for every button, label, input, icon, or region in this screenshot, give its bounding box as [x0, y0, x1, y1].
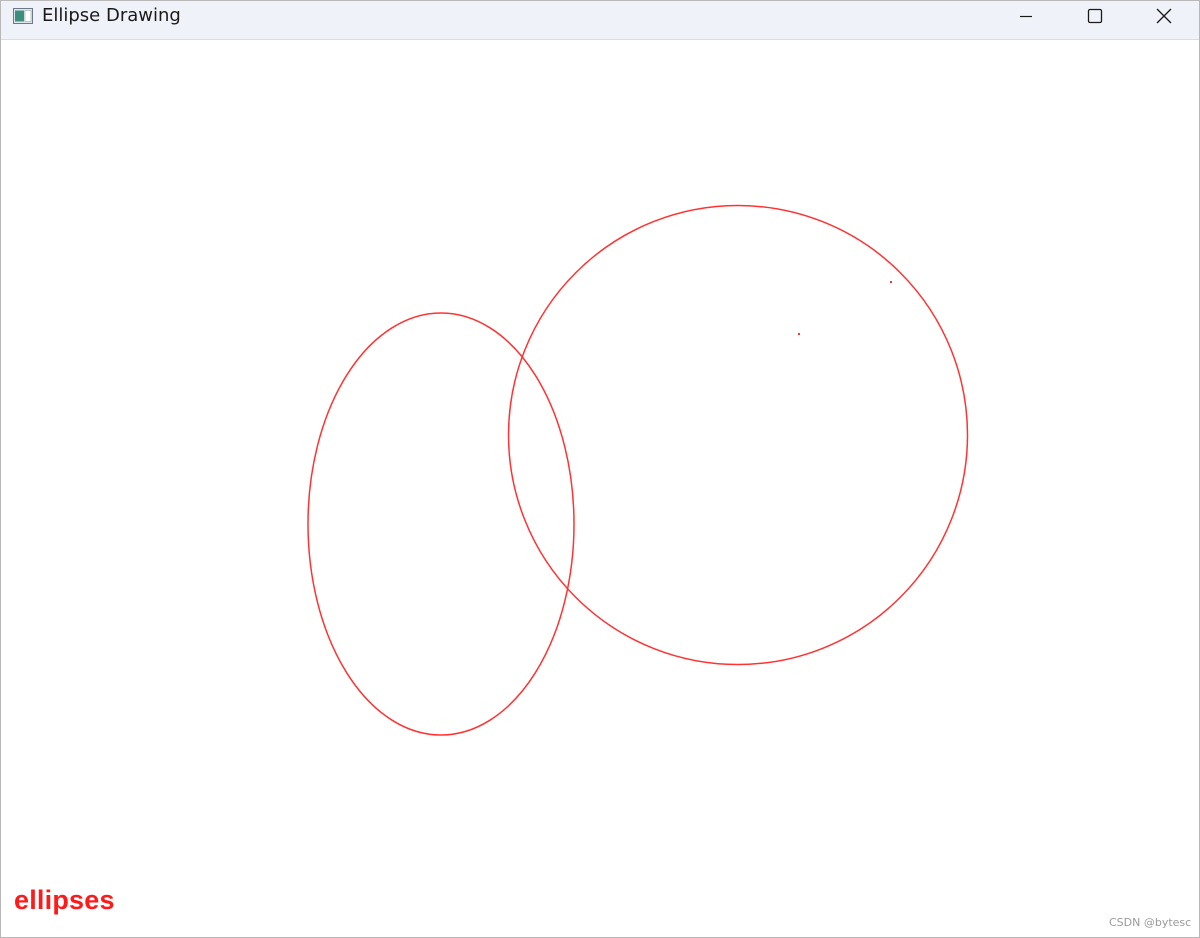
maximize-button[interactable]: [1060, 1, 1130, 31]
watermark-text: CSDN @bytesc: [1109, 916, 1192, 929]
drawing-canvas[interactable]: ellipses CSDN @bytesc: [1, 40, 1199, 937]
close-icon: [1156, 8, 1172, 24]
window-title: Ellipse Drawing: [42, 5, 181, 26]
close-button[interactable]: [1129, 1, 1199, 31]
stray-dot-1: [798, 333, 800, 335]
minimize-button[interactable]: [991, 1, 1061, 31]
title-bar[interactable]: Ellipse Drawing: [1, 1, 1199, 40]
canvas-label: ellipses: [14, 885, 115, 915]
circle-right: [507, 204, 969, 666]
app-window-icon: [13, 8, 33, 24]
ellipse-left: [307, 312, 575, 736]
drawing-surface: [307, 204, 969, 736]
app-window: Ellipse Drawing ellipses CSDN @bytesc: [0, 0, 1200, 938]
minimize-icon: [1020, 15, 1032, 18]
stray-dot-2: [890, 281, 892, 283]
maximize-icon: [1087, 8, 1103, 24]
